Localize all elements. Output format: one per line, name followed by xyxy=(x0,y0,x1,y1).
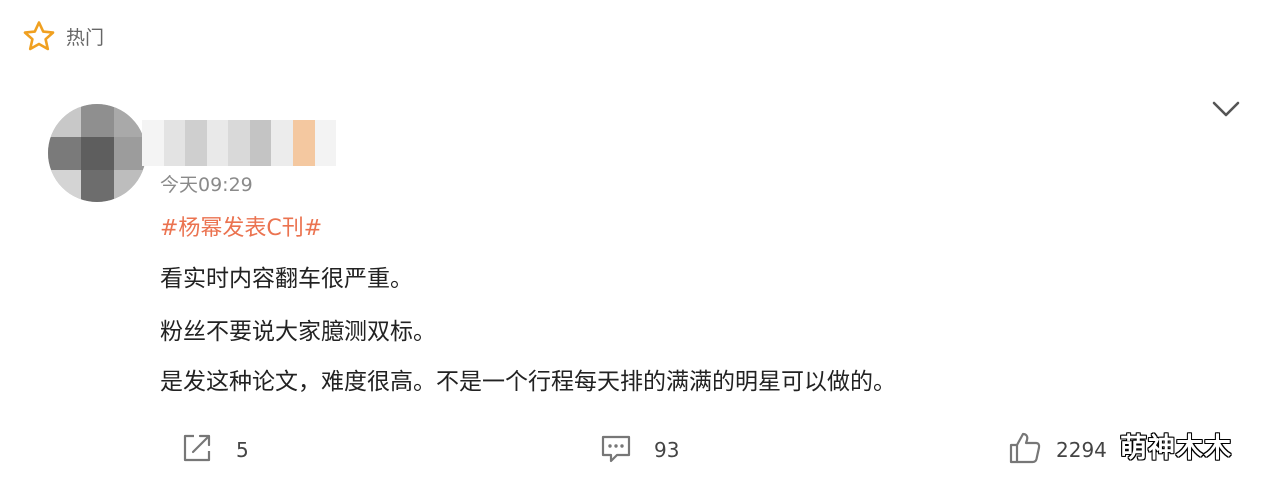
thumbs-up-icon xyxy=(1008,431,1042,469)
share-icon xyxy=(180,431,214,469)
username-redacted[interactable] xyxy=(142,120,337,166)
hot-section-label: 热门 xyxy=(66,26,105,49)
avatar[interactable] xyxy=(48,104,146,202)
watermark-text: 萌神木木 xyxy=(1120,433,1232,464)
like-count: 2294 xyxy=(1056,438,1107,462)
star-icon xyxy=(22,20,56,52)
comment-count: 93 xyxy=(654,438,680,462)
topic-hashtag-link[interactable]: #杨幂发表C刊# xyxy=(160,210,322,242)
share-button[interactable]: 5 xyxy=(180,432,249,468)
comment-button[interactable]: 93 xyxy=(600,432,679,468)
chevron-down-icon[interactable] xyxy=(1210,96,1242,122)
post-text-line: 看实时内容翻车很严重。 xyxy=(160,266,413,292)
post-text-line: 是发这种论文，难度很高。不是一个行程每天排的满满的明星可以做的。 xyxy=(160,369,896,395)
hot-section-header: 热门 xyxy=(22,18,104,54)
comment-icon xyxy=(600,432,632,468)
post-text-line: 粉丝不要说大家臆测双标。 xyxy=(160,319,436,345)
like-button[interactable]: 2294 xyxy=(1008,432,1107,468)
post-timestamp: 今天09:29 xyxy=(160,174,253,196)
share-count: 5 xyxy=(236,438,249,462)
